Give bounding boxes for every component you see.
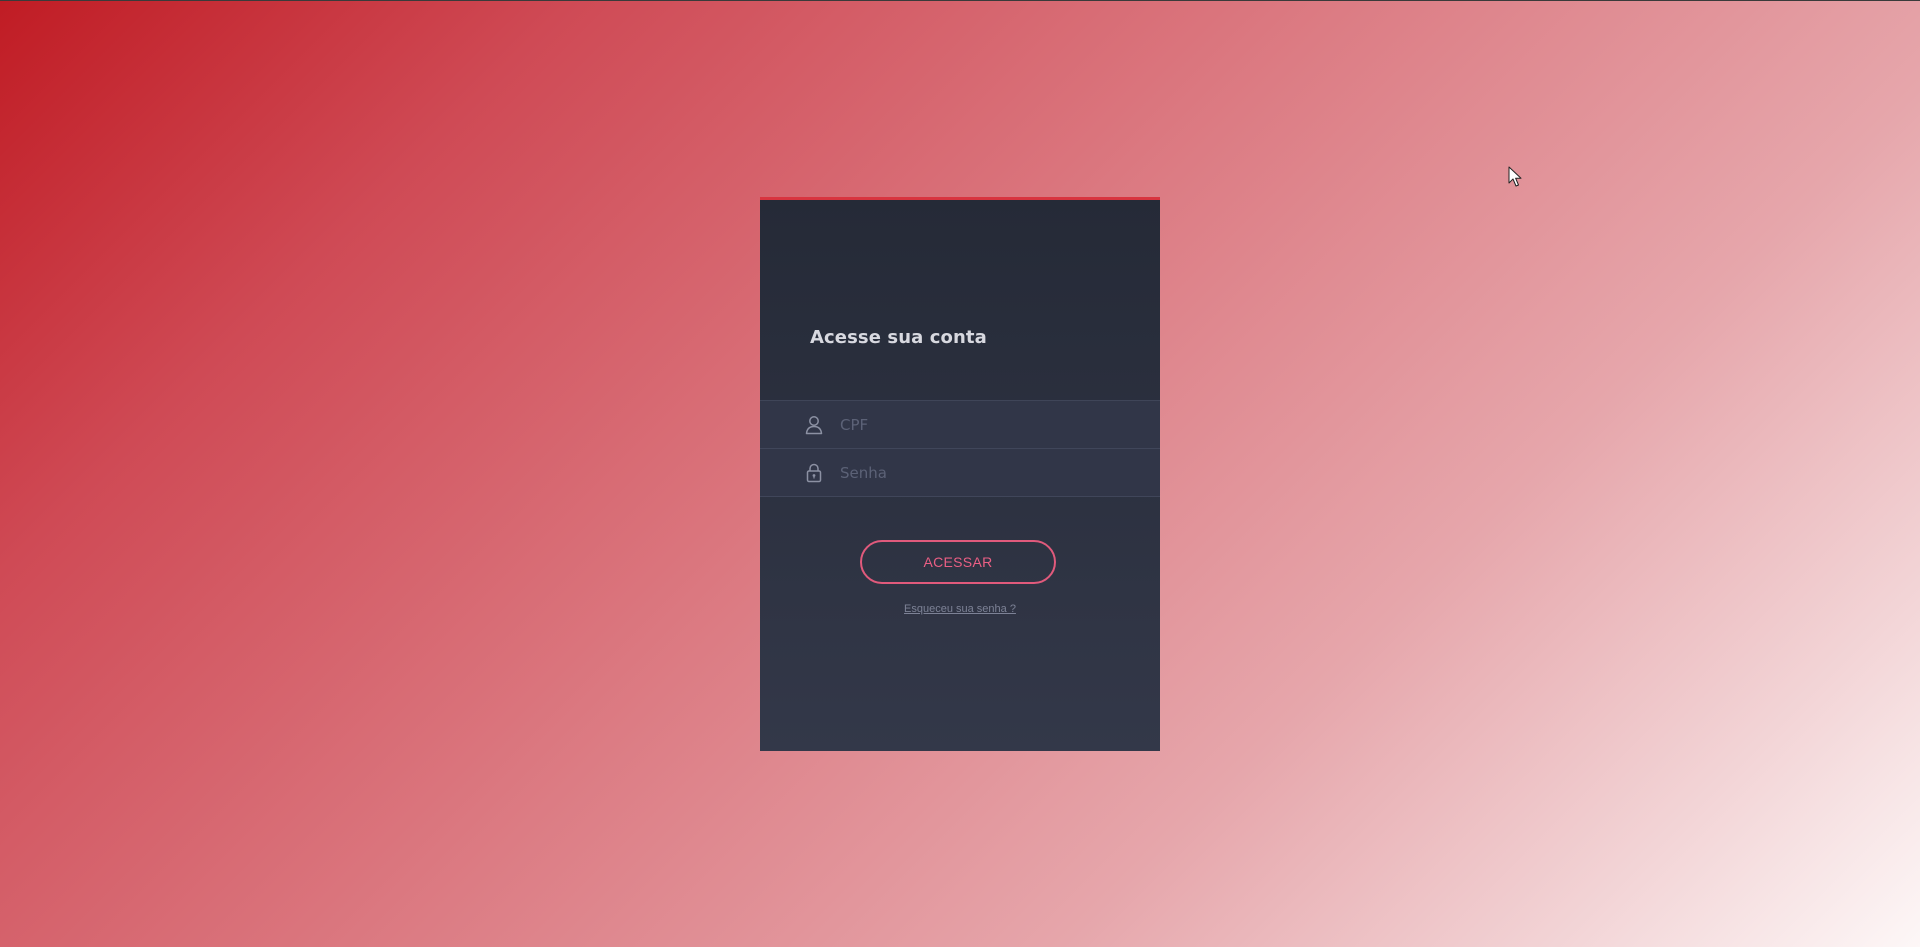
login-card: Acesse sua conta ACESSAR	[760, 197, 1160, 751]
senha-input[interactable]	[840, 449, 1140, 496]
senha-field-row	[760, 449, 1160, 497]
login-fields	[760, 400, 1160, 497]
mouse-cursor-icon	[1508, 166, 1522, 187]
cpf-input[interactable]	[840, 401, 1140, 448]
top-border-line	[0, 0, 1920, 1]
login-title: Acesse sua conta	[810, 327, 987, 348]
cpf-field-row	[760, 401, 1160, 449]
forgot-password-link[interactable]: Esqueceu sua senha ?	[760, 603, 1160, 615]
acessar-button[interactable]: ACESSAR	[860, 540, 1056, 584]
lock-icon	[802, 461, 826, 485]
user-icon	[802, 413, 826, 437]
